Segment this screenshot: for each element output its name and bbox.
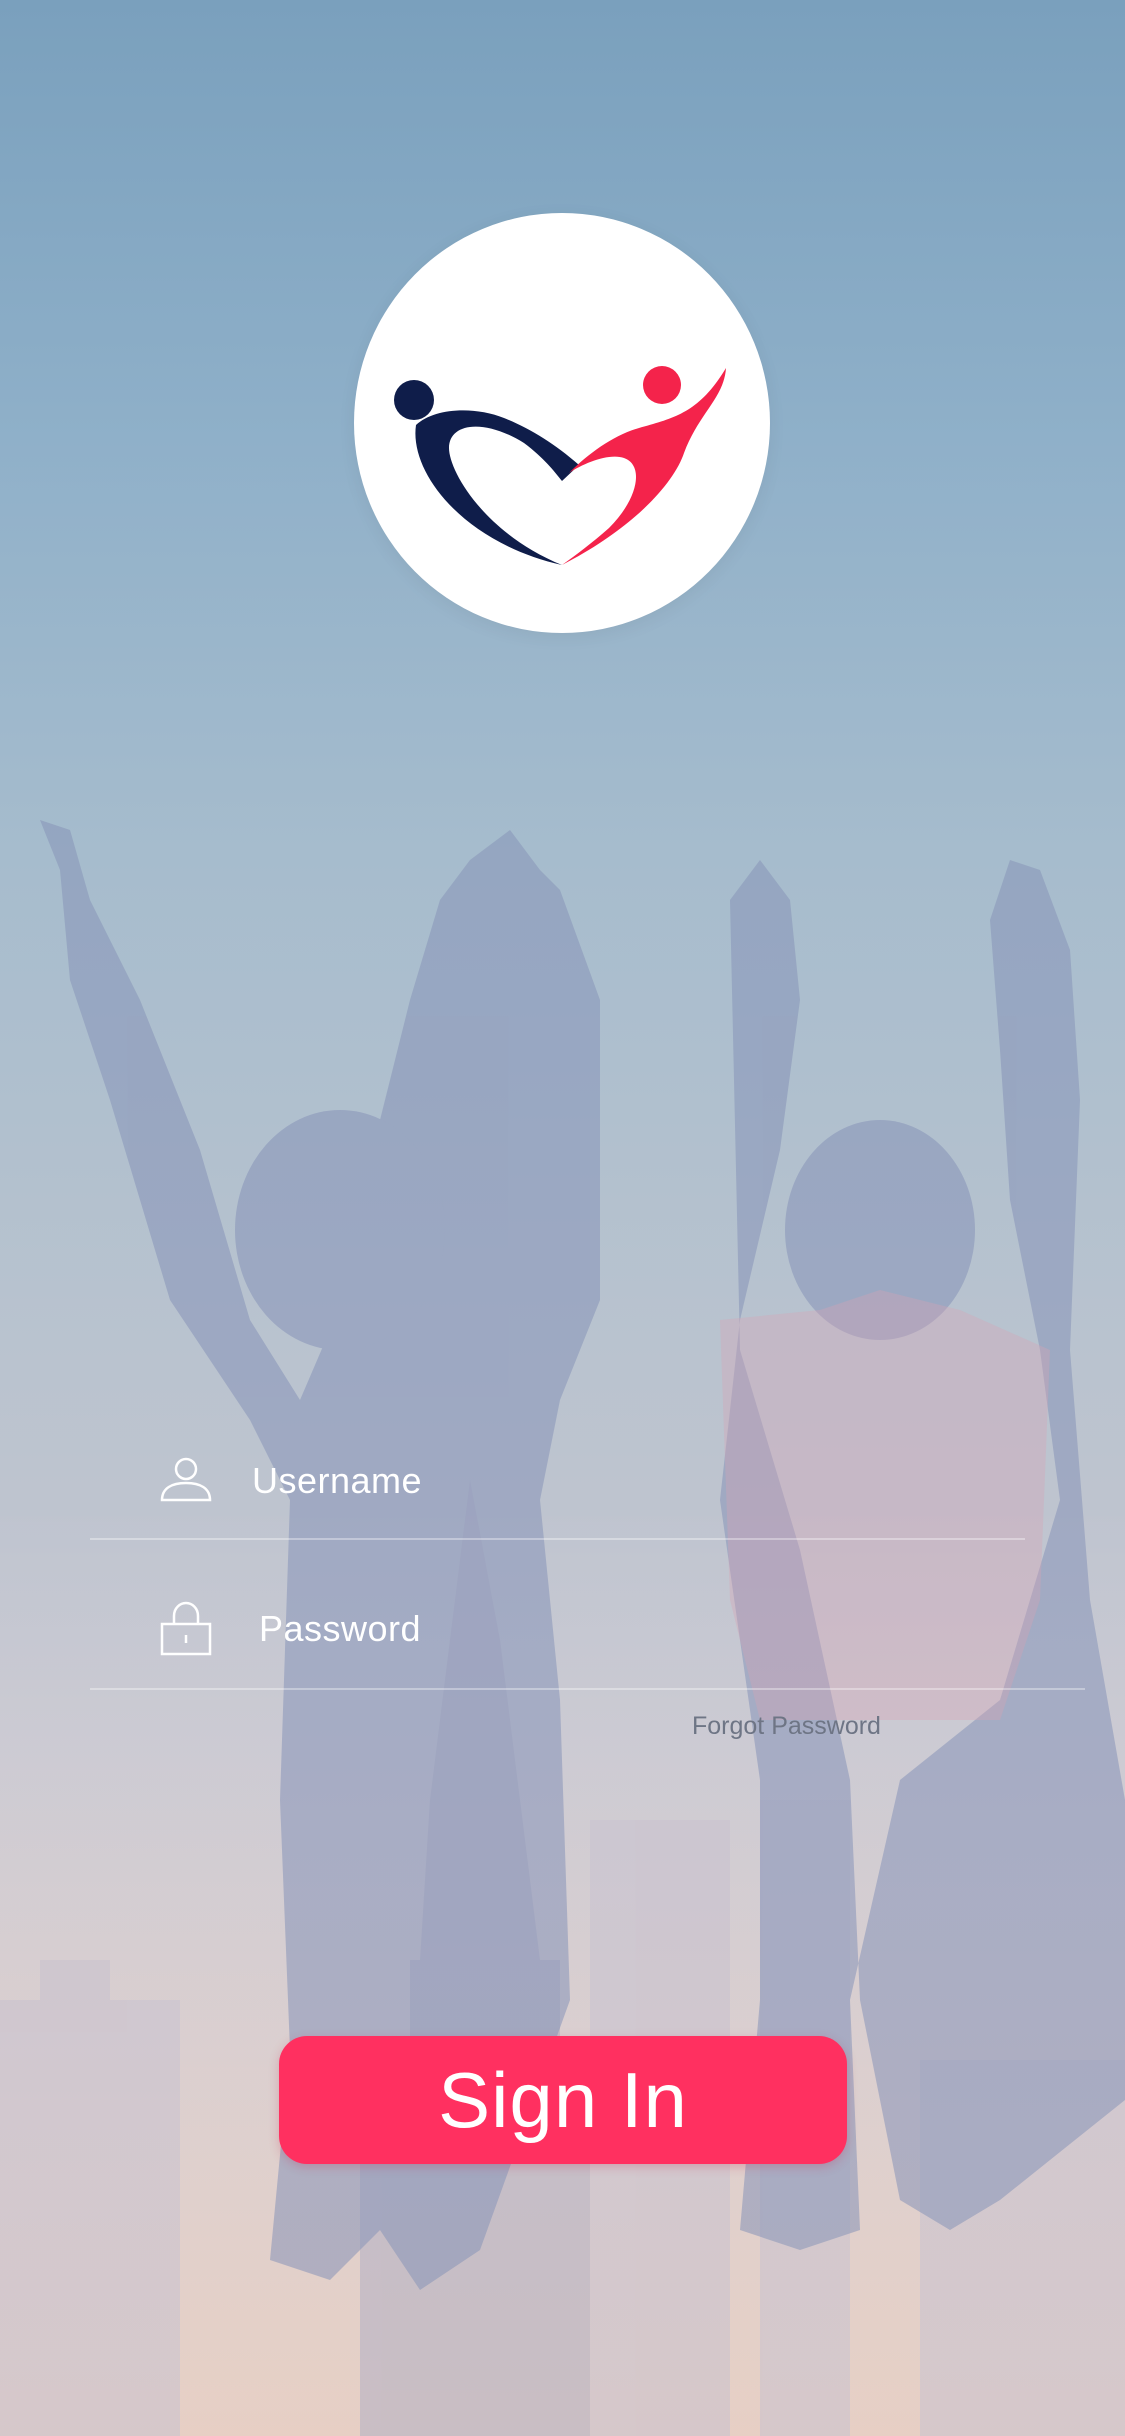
password-placeholder: Password [259,1608,422,1649]
username-field[interactable]: Username [90,1438,1025,1528]
user-icon [156,1450,216,1510]
lock-icon [156,1598,216,1658]
logo [354,213,770,633]
forgot-password-link[interactable]: Forgot Password [692,1712,881,1741]
heart-people-icon [394,366,726,565]
password-field[interactable]: Password [90,1586,1025,1676]
sign-in-button[interactable]: Sign In [279,2036,847,2164]
password-underline [90,1688,1085,1690]
username-underline [90,1538,1025,1540]
username-placeholder: Username [252,1460,423,1501]
login-screen: Username Password Forgot Password Sign I… [0,0,1125,2436]
